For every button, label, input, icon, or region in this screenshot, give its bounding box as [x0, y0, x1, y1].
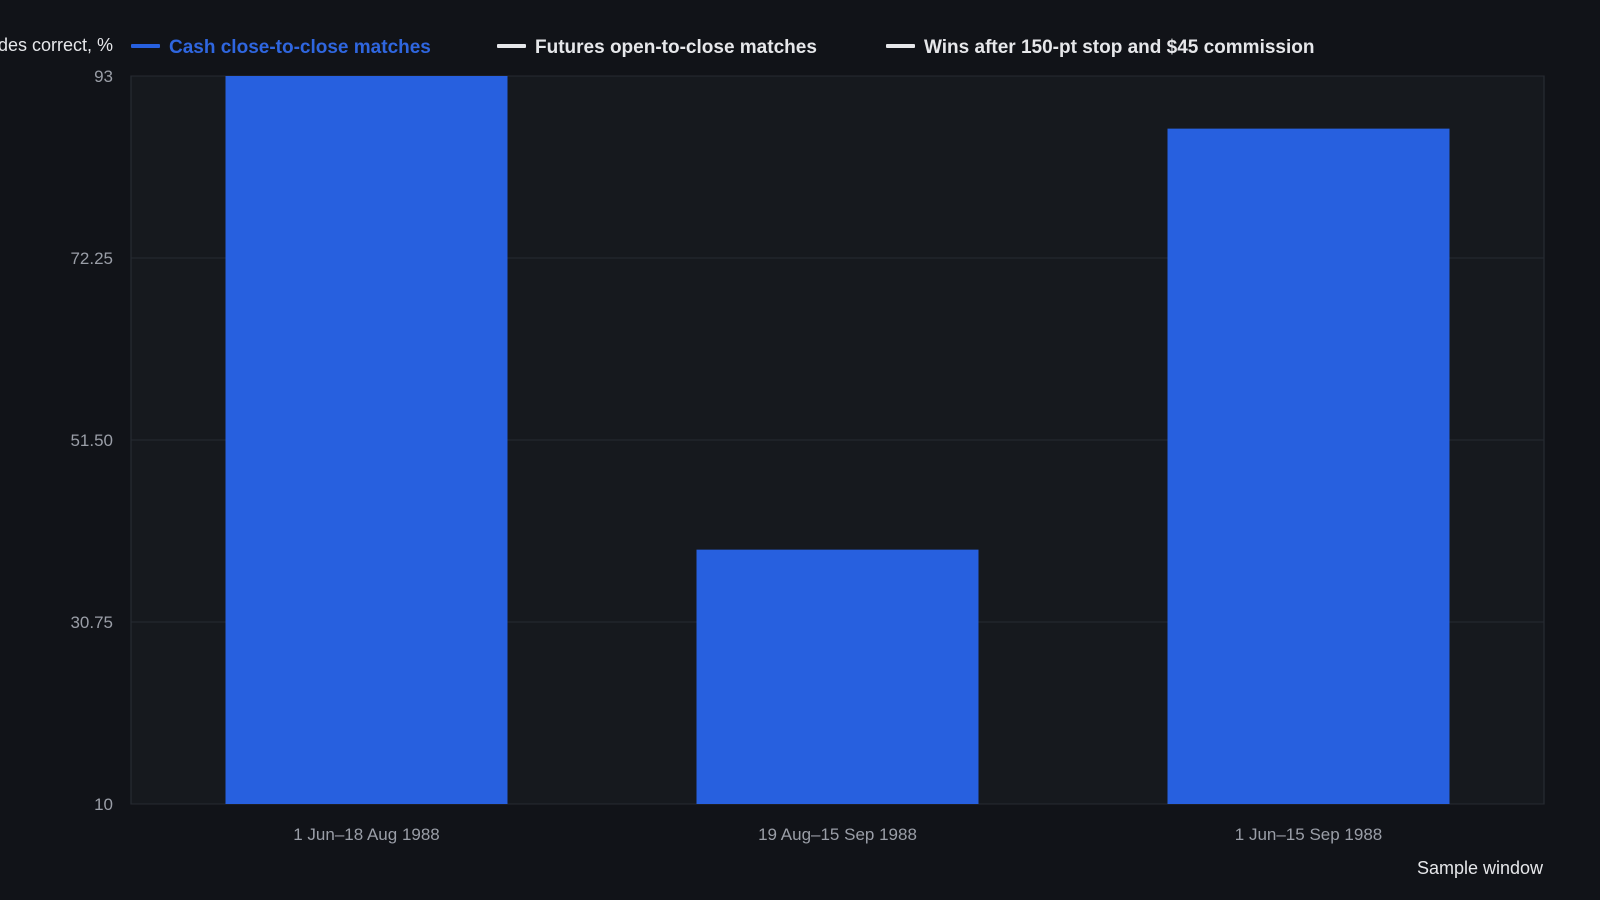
- legend-label: Wins after 150-pt stop and $45 commissio…: [924, 37, 1314, 58]
- y-axis-ticks: 10 30.75 51.50 72.25 93: [70, 67, 113, 814]
- legend-label: Cash close-to-close matches: [169, 37, 431, 58]
- legend[interactable]: Cash close-to-close matches Futures open-…: [131, 37, 1314, 58]
- x-tick-label: 1 Jun–15 Sep 1988: [1235, 825, 1382, 844]
- y-tick-label: 72.25: [70, 249, 113, 268]
- chart-root: 10 30.75 51.50 72.25 93 1 Jun–18 Aug 1988 19 …: [0, 0, 1600, 900]
- y-tick-label: 10: [94, 795, 113, 814]
- legend-item[interactable]: Cash close-to-close matches: [131, 37, 431, 58]
- x-tick-label: 19 Aug–15 Sep 1988: [758, 825, 917, 844]
- legend-swatch: [131, 44, 160, 48]
- bar[interactable]: [225, 76, 508, 804]
- legend-item[interactable]: Wins after 150-pt stop and $45 commissio…: [886, 37, 1314, 58]
- legend-swatch: [497, 44, 526, 48]
- bar[interactable]: [1167, 128, 1450, 804]
- legend-label: Futures open-to-close matches: [535, 37, 817, 58]
- legend-item[interactable]: Futures open-to-close matches: [497, 37, 817, 58]
- bar[interactable]: [696, 549, 979, 804]
- x-tick-label: 1 Jun–18 Aug 1988: [293, 825, 440, 844]
- legend-swatch: [886, 44, 915, 48]
- y-tick-label: 51.50: [70, 431, 113, 450]
- x-axis-title: Sample window: [1417, 858, 1544, 878]
- y-axis-title: Sides correct, %: [0, 35, 113, 55]
- y-tick-label: 30.75: [70, 613, 113, 632]
- x-axis-ticks: 1 Jun–18 Aug 1988 19 Aug–15 Sep 1988 1 Jun…: [293, 825, 1382, 844]
- bar-chart: 10 30.75 51.50 72.25 93 1 Jun–18 Aug 1988 19 …: [0, 35, 1545, 878]
- y-tick-label: 93: [94, 67, 113, 86]
